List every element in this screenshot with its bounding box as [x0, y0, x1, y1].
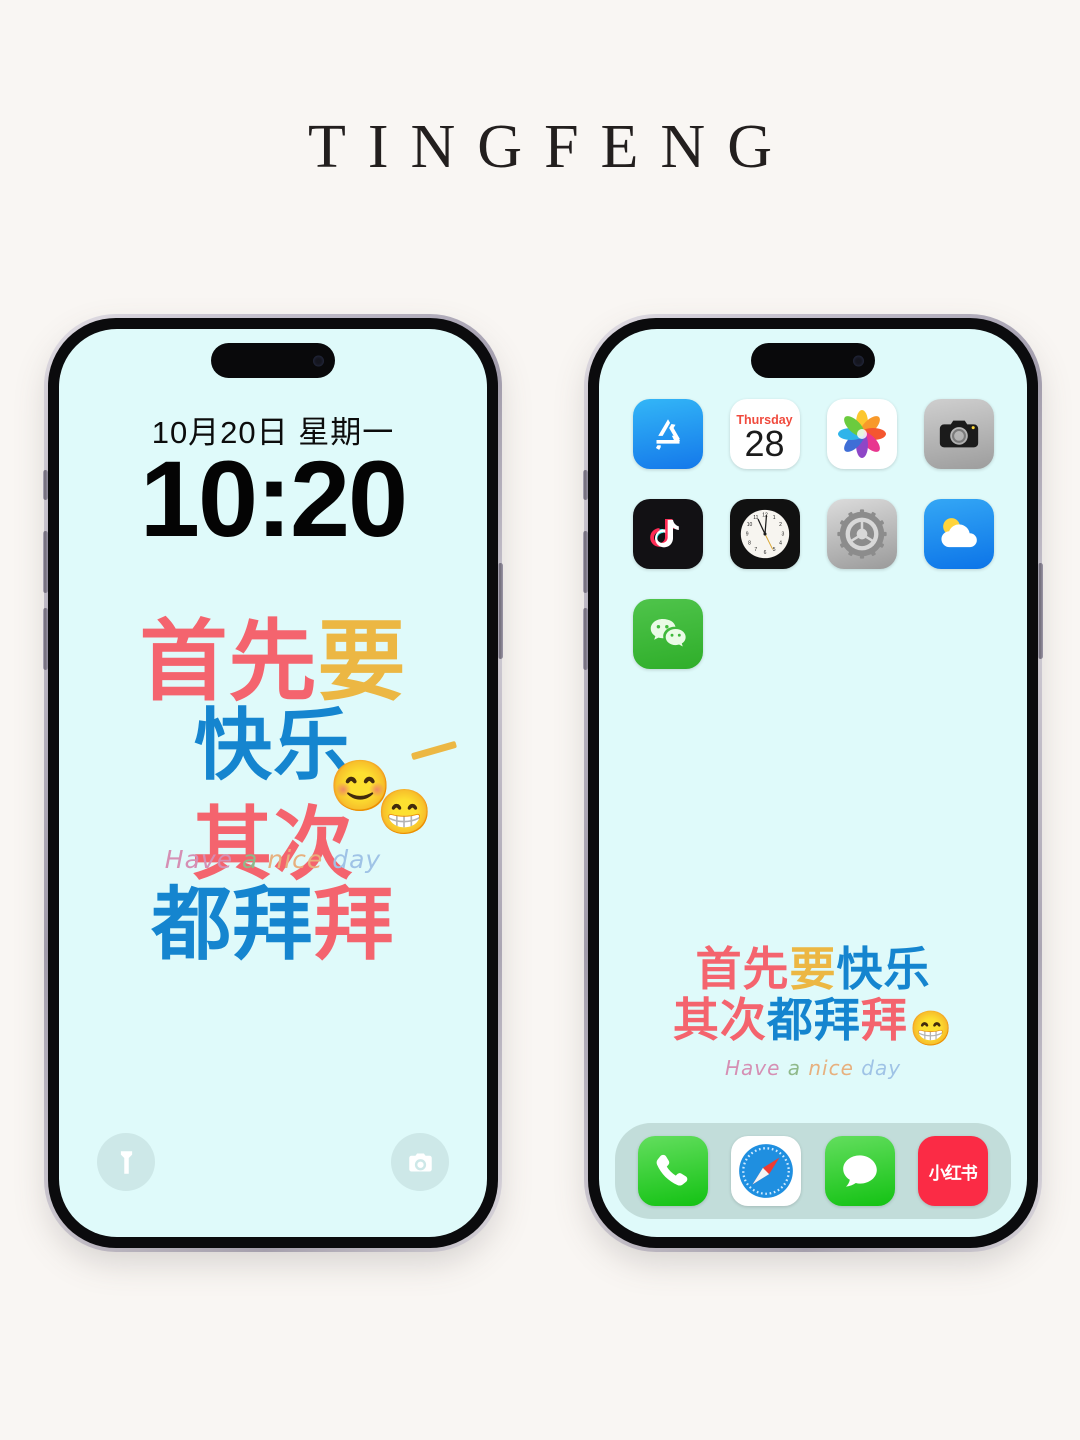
lock-tagline: Have a nice day [59, 845, 487, 874]
home-line1-part1: 首先 [695, 943, 790, 995]
svg-text:7: 7 [754, 547, 757, 553]
messages-icon [842, 1155, 877, 1187]
svg-text:5: 5 [772, 547, 775, 553]
front-camera-icon [313, 355, 324, 366]
tagline-nice: nice [267, 845, 324, 874]
weather-icon [940, 518, 977, 548]
app-icon-calendar[interactable]: Thursday 28 [729, 399, 800, 469]
wallpaper-line1-part1: 首先 [139, 612, 318, 711]
phone-lock-screen: 10月20日 星期一 10:20 首先要 快乐 其次 都拜拜 Have a ni… [43, 314, 503, 1252]
home-line1-part3: 快乐 [836, 943, 931, 995]
phone-home-screen: Thursday 28 12 1 2 3 4 5 6 7 8 9 10 11 首… [583, 314, 1043, 1252]
photos-icon [837, 410, 886, 458]
phone-icon [656, 1154, 688, 1186]
volume-up-button-2[interactable] [583, 531, 588, 593]
dock-icon-safari[interactable] [731, 1136, 802, 1206]
svg-text:10: 10 [746, 522, 752, 528]
appstore-icon [655, 419, 680, 450]
app-icon-wechat[interactable] [632, 599, 703, 669]
home-tagline-nice: nice [808, 1056, 854, 1081]
tiktok-icon [649, 519, 679, 548]
svg-text:4: 4 [779, 541, 782, 547]
dynamic-island-2 [751, 343, 875, 378]
camera-icon [408, 1153, 432, 1171]
settings-gear-icon [836, 509, 887, 559]
svg-text:3: 3 [781, 531, 784, 537]
home-line2-part3: 拜 [860, 994, 908, 1047]
wallpaper-line1-part2: 要 [317, 612, 407, 711]
grinning-face-emoji: 😁 [377, 788, 432, 837]
wallpaper-line4-part1: 都拜 [151, 880, 314, 970]
svg-text:8: 8 [748, 541, 751, 547]
home-tagline-have: Have [724, 1056, 781, 1081]
camera-app-icon [939, 420, 978, 448]
home-line1-part2: 要 [789, 943, 837, 995]
camera-button[interactable] [391, 1133, 449, 1191]
flashlight-icon [120, 1150, 132, 1174]
volume-down-button-2[interactable] [583, 608, 588, 670]
svg-text:12: 12 [762, 513, 768, 519]
flashlight-button[interactable] [97, 1133, 155, 1191]
home-screen-display: Thursday 28 12 1 2 3 4 5 6 7 8 9 10 11 首… [599, 329, 1027, 1237]
svg-text:11: 11 [753, 515, 758, 521]
svg-text:1: 1 [772, 515, 775, 521]
mute-switch-button-2[interactable] [583, 470, 588, 500]
dock-icon-phone[interactable] [638, 1136, 709, 1206]
dock-icon-messages[interactable] [824, 1136, 895, 1206]
front-camera-icon-2 [853, 355, 864, 366]
tagline-have: Have [164, 845, 234, 874]
dock-icon-xiaohongshu[interactable]: 小红书 [917, 1136, 988, 1206]
page-title: TINGFENG [308, 113, 794, 181]
lock-time-label: 10:20 [139, 438, 408, 559]
mute-switch-button[interactable] [43, 470, 48, 500]
app-icon-app-store[interactable] [632, 399, 703, 469]
svg-text:9: 9 [745, 531, 748, 537]
app-grid: Thursday 28 12 1 2 3 4 5 6 7 8 9 10 11 [619, 399, 1007, 669]
app-icon-camera[interactable] [923, 399, 994, 469]
dock: 小红书 [615, 1123, 1011, 1219]
app-icon-clock[interactable]: 12 1 23 45 67 89 10 11 [729, 499, 800, 569]
dynamic-island [211, 343, 335, 378]
home-tagline: Have a nice day [599, 1056, 1027, 1080]
app-icon-settings[interactable] [826, 499, 897, 569]
lock-screen-display: 10月20日 星期一 10:20 首先要 快乐 其次 都拜拜 Have a ni… [59, 329, 487, 1237]
home-line2-part2: 都拜 [766, 994, 861, 1047]
tagline-a: a [242, 845, 259, 874]
calendar-day: 28 [744, 422, 785, 464]
home-tagline-day: day [861, 1056, 902, 1081]
tagline-day: day [332, 845, 382, 874]
app-icon-weather[interactable] [923, 499, 994, 569]
home-tagline-a: a [787, 1056, 801, 1081]
home-wallpaper-text: 首先要快乐 其次都拜拜😁 Have a nice day [599, 946, 1027, 1080]
power-button[interactable] [498, 563, 503, 659]
power-button-2[interactable] [1038, 563, 1043, 659]
home-grinning-face-emoji: 😁 [909, 1010, 954, 1049]
clock-icon: 12 1 23 45 67 89 1011 [740, 509, 789, 559]
xiaohongshu-label: 小红书 [928, 1163, 978, 1183]
home-line2-part1: 其次 [672, 994, 767, 1047]
wechat-icon [650, 619, 686, 647]
volume-up-button[interactable] [43, 531, 48, 593]
svg-text:2: 2 [779, 522, 782, 528]
safari-icon [739, 1144, 794, 1198]
wallpaper-line4-part2: 拜 [313, 880, 395, 970]
app-icon-photos[interactable] [826, 399, 897, 469]
volume-down-button[interactable] [43, 608, 48, 670]
app-icon-tiktok[interactable] [632, 499, 703, 569]
svg-text:6: 6 [763, 550, 766, 556]
